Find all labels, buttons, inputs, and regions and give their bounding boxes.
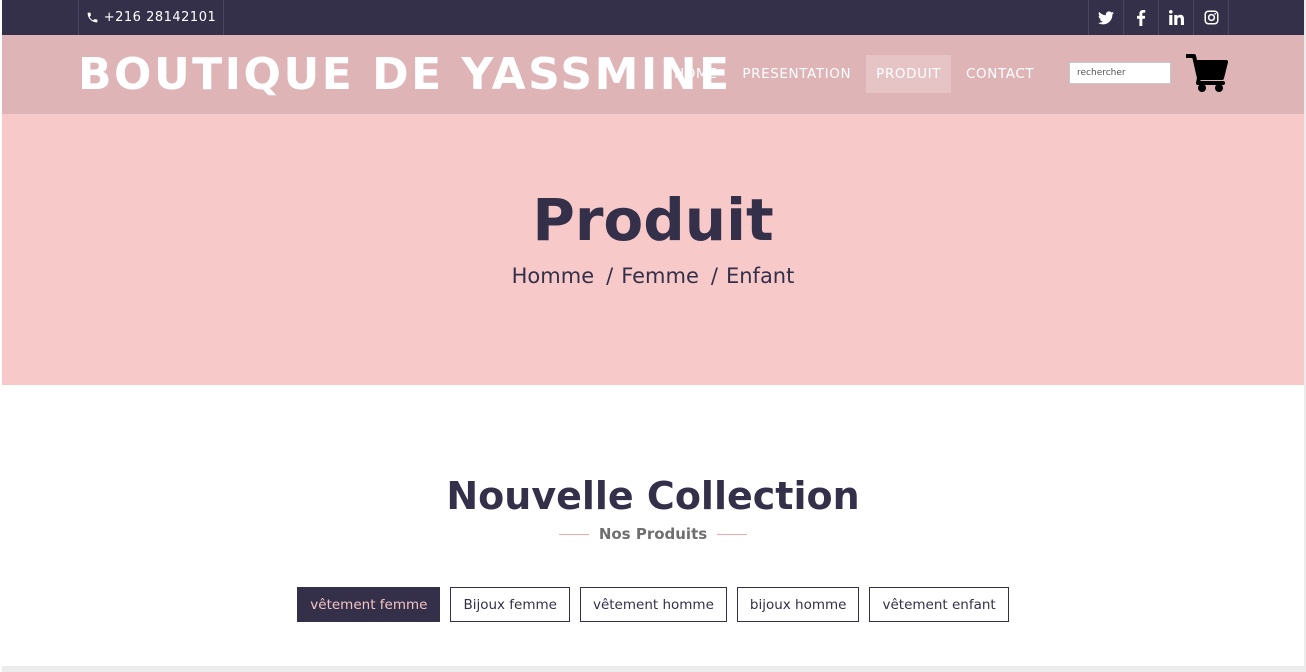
menu-item-home[interactable]: HOME [664, 55, 727, 93]
page: +216 28142101 BOUTIQUE DE YASSMINE HOME … [2, 0, 1304, 672]
divider-line [717, 533, 748, 535]
brand-logo[interactable]: BOUTIQUE DE YASSMINE [78, 49, 732, 100]
horizontal-scrollbar[interactable] [2, 666, 1304, 672]
menu-item-produit[interactable]: PRODUIT [866, 55, 952, 93]
section-subtitle: Nos Produits [2, 525, 1304, 543]
twitter-icon [1098, 10, 1114, 24]
shopping-cart-icon [1185, 54, 1228, 92]
menu-item-contact[interactable]: CONTACT [956, 55, 1044, 93]
breadcrumb-separator: / [606, 264, 614, 288]
filter-vetement-homme[interactable]: vêtement homme [579, 587, 727, 622]
breadcrumb-femme[interactable]: Femme [621, 264, 699, 288]
phone-icon [87, 12, 98, 23]
divider-line [558, 533, 589, 535]
breadcrumb-enfant[interactable]: Enfant [726, 264, 794, 288]
breadcrumb: Homme / Femme / Enfant [2, 264, 1304, 288]
cart-button[interactable] [1185, 53, 1230, 93]
filter-bijoux-homme[interactable]: bijoux homme [736, 587, 860, 622]
main-menu: HOME PRESENTATION PRODUIT CONTACT [664, 55, 1049, 93]
instagram-icon [1204, 10, 1218, 25]
top-bar: +216 28142101 [2, 0, 1304, 35]
linkedin-link[interactable] [1159, 0, 1194, 35]
page-hero: Produit Homme / Femme / Enfant [2, 114, 1304, 385]
section-subtitle-text: Nos Produits [598, 525, 708, 543]
main-header: BOUTIQUE DE YASSMINE HOME PRESENTATION P… [2, 35, 1304, 114]
menu-item-presentation[interactable]: PRESENTATION [732, 55, 861, 93]
section-title: Nouvelle Collection [446, 474, 860, 518]
filter-vetement-femme[interactable]: vêtement femme [297, 587, 441, 622]
facebook-link[interactable] [1124, 0, 1159, 35]
filter-vetement-enfant[interactable]: vêtement enfant [869, 587, 1009, 622]
facebook-icon [1137, 9, 1146, 26]
page-title: Produit [532, 186, 774, 254]
filter-bijoux-femme[interactable]: Bijoux femme [450, 587, 570, 622]
breadcrumb-separator: / [710, 264, 718, 288]
phone-number: +216 28142101 [103, 10, 217, 25]
linkedin-icon [1168, 10, 1184, 25]
breadcrumb-homme[interactable]: Homme [512, 264, 594, 288]
twitter-link[interactable] [1089, 0, 1124, 35]
instagram-link[interactable] [1194, 0, 1229, 35]
phone-contact[interactable]: +216 28142101 [78, 0, 224, 35]
search-input[interactable] [1069, 62, 1171, 84]
social-links [1088, 0, 1229, 35]
category-filters: vêtement femme Bijoux femme vêtement hom… [2, 587, 1304, 622]
